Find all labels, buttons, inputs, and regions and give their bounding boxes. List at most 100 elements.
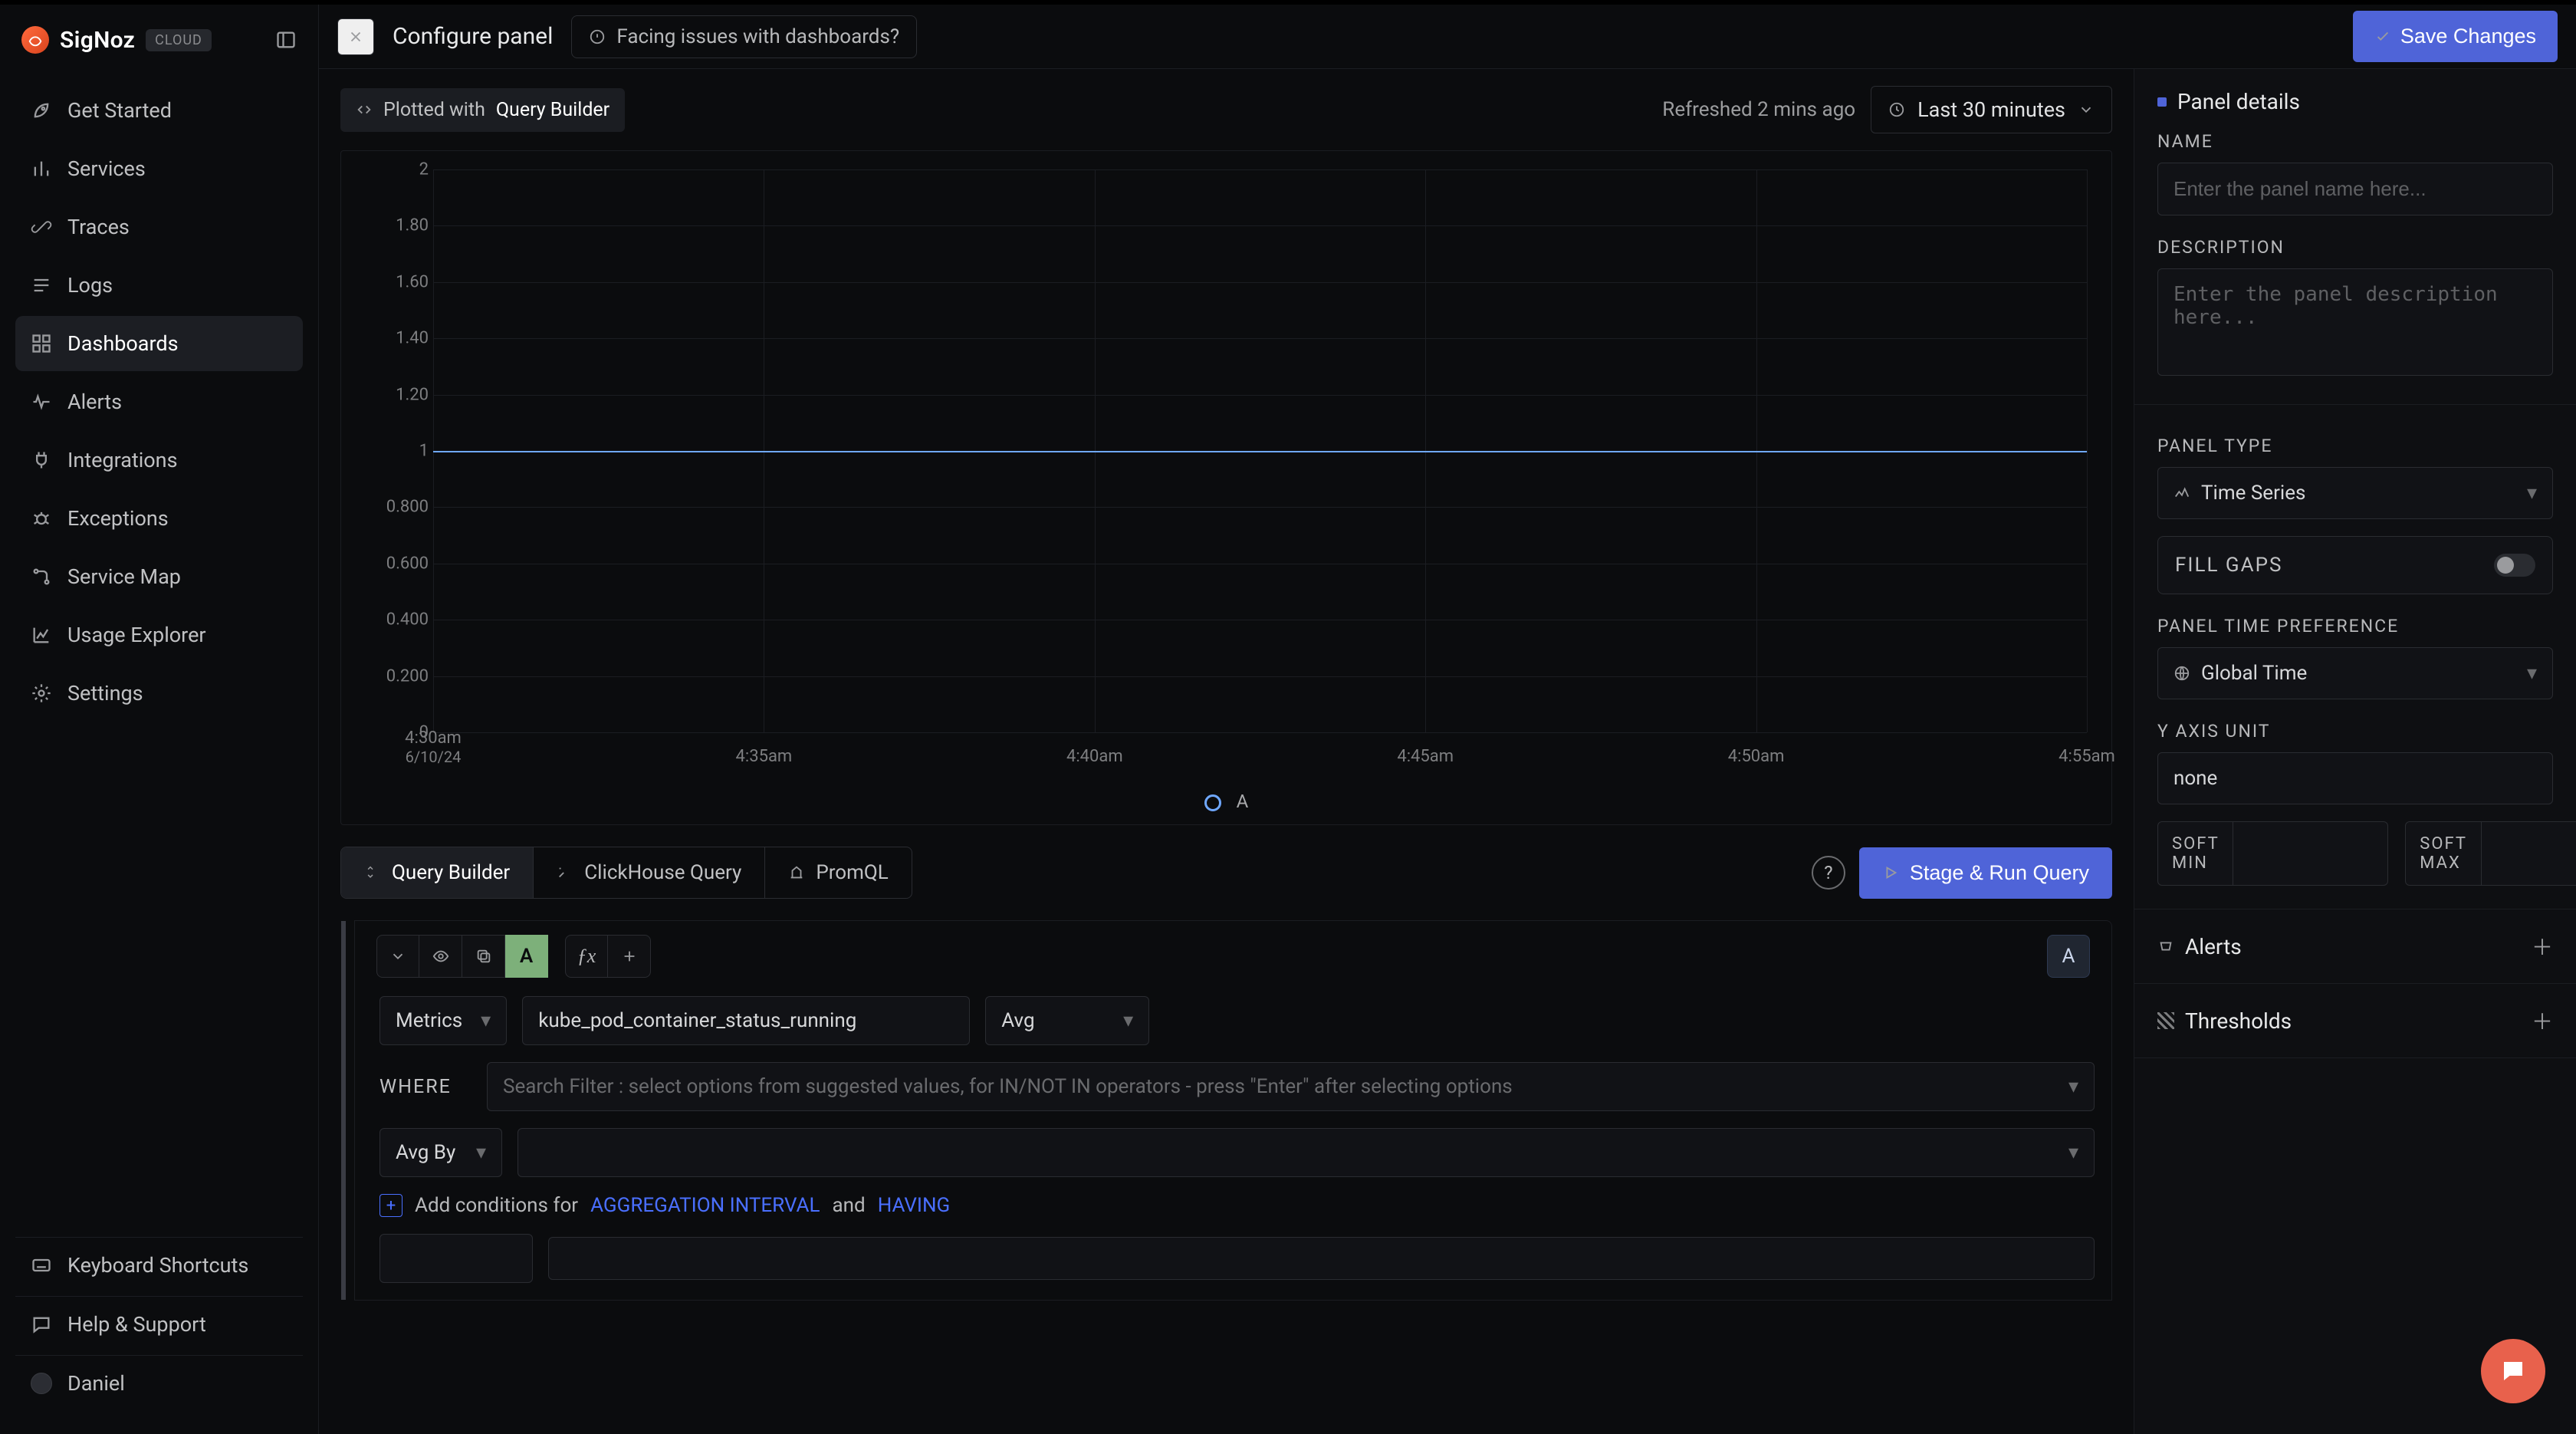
chevron-down-icon: ▾: [476, 1141, 486, 1164]
legend-marker-icon: [1204, 794, 1221, 811]
copy-icon[interactable]: [462, 935, 505, 978]
sidebar-item-alerts[interactable]: Alerts: [15, 374, 303, 429]
add-link-having[interactable]: HAVING: [878, 1194, 951, 1217]
group-by-value-input[interactable]: ▾: [518, 1128, 2095, 1177]
save-button[interactable]: Save Changes: [2353, 11, 2558, 62]
panel-left-icon[interactable]: [275, 29, 297, 51]
query-letter-chip[interactable]: A: [505, 935, 548, 978]
sidebar-item-usage-explorer[interactable]: Usage Explorer: [15, 607, 303, 663]
sidebar-item-traces[interactable]: Traces: [15, 199, 303, 255]
function-icon[interactable]: ƒx: [565, 935, 608, 978]
logs-icon: [31, 275, 52, 296]
tab-label: Query Builder: [392, 861, 510, 884]
sidebar-item-dashboards[interactable]: Dashboards: [15, 316, 303, 371]
rocket-icon: [31, 100, 52, 121]
y-axis-unit-label: Y AXIS UNIT: [2157, 721, 2553, 742]
where-label: WHERE: [380, 1076, 472, 1098]
sidebar-item-get-started[interactable]: Get Started: [15, 83, 303, 138]
sidebar-item-help-support[interactable]: Help & Support: [15, 1296, 303, 1352]
alerts-section[interactable]: Alerts ＋: [2134, 909, 2576, 984]
chevron-down-icon: ▾: [2068, 1141, 2078, 1164]
help-icon[interactable]: ?: [1812, 856, 1845, 890]
sidebar-item-label: Integrations: [67, 448, 178, 472]
refreshed-label: Refreshed 2 mins ago: [1662, 98, 1855, 121]
source-type-select[interactable]: Metrics ▾: [380, 996, 507, 1045]
brand-name: SigNoz: [60, 27, 135, 54]
plotted-method: Query Builder: [496, 99, 610, 121]
x-tick: 4:55am: [2058, 747, 2115, 766]
chevron-down-icon: ▾: [481, 1009, 491, 1032]
eye-icon[interactable]: [419, 935, 462, 978]
bug-icon: [31, 508, 52, 529]
y-tick: 1.60: [360, 272, 429, 291]
sidebar-item-service-map[interactable]: Service Map: [15, 549, 303, 604]
extra-select-right[interactable]: [548, 1237, 2095, 1280]
sidebar-item-label: Get Started: [67, 98, 172, 123]
fill-gaps-toggle[interactable]: [2494, 554, 2535, 577]
sidebar-item-integrations[interactable]: Integrations: [15, 433, 303, 488]
collapse-icon[interactable]: [376, 935, 419, 978]
sidebar-item-logs[interactable]: Logs: [15, 258, 303, 313]
add-function-icon[interactable]: [608, 935, 651, 978]
panel-settings: Panel details NAME DESCRIPTION PANEL TYP…: [2134, 69, 2576, 1434]
group-by-select[interactable]: Avg By ▾: [380, 1128, 502, 1177]
x-tick: 4:35am: [736, 747, 793, 766]
sidebar-item-label: Keyboard Shortcuts: [67, 1253, 248, 1278]
time-range-select[interactable]: Last 30 minutes: [1871, 86, 2112, 133]
close-button[interactable]: [337, 18, 374, 55]
thresholds-icon: [2157, 1012, 2174, 1029]
y-tick: 1: [360, 442, 429, 461]
extra-select-left[interactable]: [380, 1234, 533, 1283]
description-label: DESCRIPTION: [2157, 237, 2553, 258]
panel-time-pref-label: PANEL TIME PREFERENCE: [2157, 616, 2553, 636]
metric-input[interactable]: kube_pod_container_status_running: [522, 996, 970, 1045]
tab-promql[interactable]: PromQL: [765, 847, 911, 898]
query-mode-row: Query Builder ClickHouse Query PromQL ? …: [319, 825, 2134, 913]
sidebar-bottom: Keyboard Shortcuts Help & Support Daniel: [0, 1237, 318, 1434]
panel-time-pref-select[interactable]: Global Time ▾: [2157, 647, 2553, 699]
page-title: Configure panel: [393, 23, 553, 50]
plus-icon[interactable]: ＋: [2532, 931, 2553, 962]
save-label: Save Changes: [2400, 25, 2536, 48]
panel-type-select[interactable]: Time Series ▾: [2157, 467, 2553, 519]
sidebar-item-settings[interactable]: Settings: [15, 666, 303, 721]
y-tick: 0.800: [360, 498, 429, 517]
panel-details-head: Panel details: [2157, 89, 2553, 114]
keyboard-icon: [31, 1255, 52, 1276]
sidebar-header: SigNoz CLOUD: [0, 5, 318, 75]
tab-query-builder[interactable]: Query Builder: [341, 847, 534, 898]
sidebar-item-keyboard-shortcuts[interactable]: Keyboard Shortcuts: [15, 1237, 303, 1293]
sidebar-item-label: Alerts: [67, 390, 122, 414]
sidebar-item-exceptions[interactable]: Exceptions: [15, 491, 303, 546]
soft-min-input[interactable]: [2233, 822, 2387, 885]
where-placeholder: Search Filter : select options from sugg…: [503, 1075, 1513, 1098]
aggregation-select[interactable]: Avg ▾: [985, 996, 1149, 1045]
sidebar-item-profile[interactable]: Daniel: [15, 1355, 303, 1411]
soft-max-field[interactable]: SOFT MAX: [2405, 821, 2576, 886]
panel-name-input[interactable]: [2157, 163, 2553, 215]
sidebar: SigNoz CLOUD Get Started Services Traces…: [0, 5, 319, 1434]
stage-run-button[interactable]: Stage & Run Query: [1859, 847, 2112, 899]
plug-icon: [31, 449, 52, 471]
soft-max-input[interactable]: [2482, 822, 2576, 885]
add-conditions-row[interactable]: + Add conditions for AGGREGATION INTERVA…: [380, 1194, 2095, 1217]
query-badge[interactable]: A: [2047, 935, 2090, 978]
link-icon: [31, 216, 52, 238]
issues-callout[interactable]: Facing issues with dashboards?: [571, 15, 917, 58]
tab-clickhouse[interactable]: ClickHouse Query: [534, 847, 765, 898]
sidebar-item-services[interactable]: Services: [15, 141, 303, 196]
where-filter-input[interactable]: Search Filter : select options from sugg…: [487, 1062, 2095, 1111]
panel-description-input[interactable]: [2157, 268, 2553, 376]
soft-min-field[interactable]: SOFT MIN: [2157, 821, 2388, 886]
sidebar-item-label: Settings: [67, 681, 143, 705]
y-axis-unit-select[interactable]: none: [2157, 752, 2553, 804]
plus-icon[interactable]: ＋: [2532, 1005, 2553, 1036]
name-label: NAME: [2157, 131, 2553, 152]
thresholds-section[interactable]: Thresholds ＋: [2134, 984, 2576, 1058]
add-link-aggregation[interactable]: AGGREGATION INTERVAL: [590, 1194, 820, 1217]
square-dot-icon: [2157, 97, 2167, 107]
plus-icon: +: [380, 1194, 402, 1217]
stage-run-label: Stage & Run Query: [1910, 861, 2089, 885]
panel-type-label: PANEL TYPE: [2157, 436, 2553, 456]
chat-fab[interactable]: [2481, 1339, 2545, 1403]
